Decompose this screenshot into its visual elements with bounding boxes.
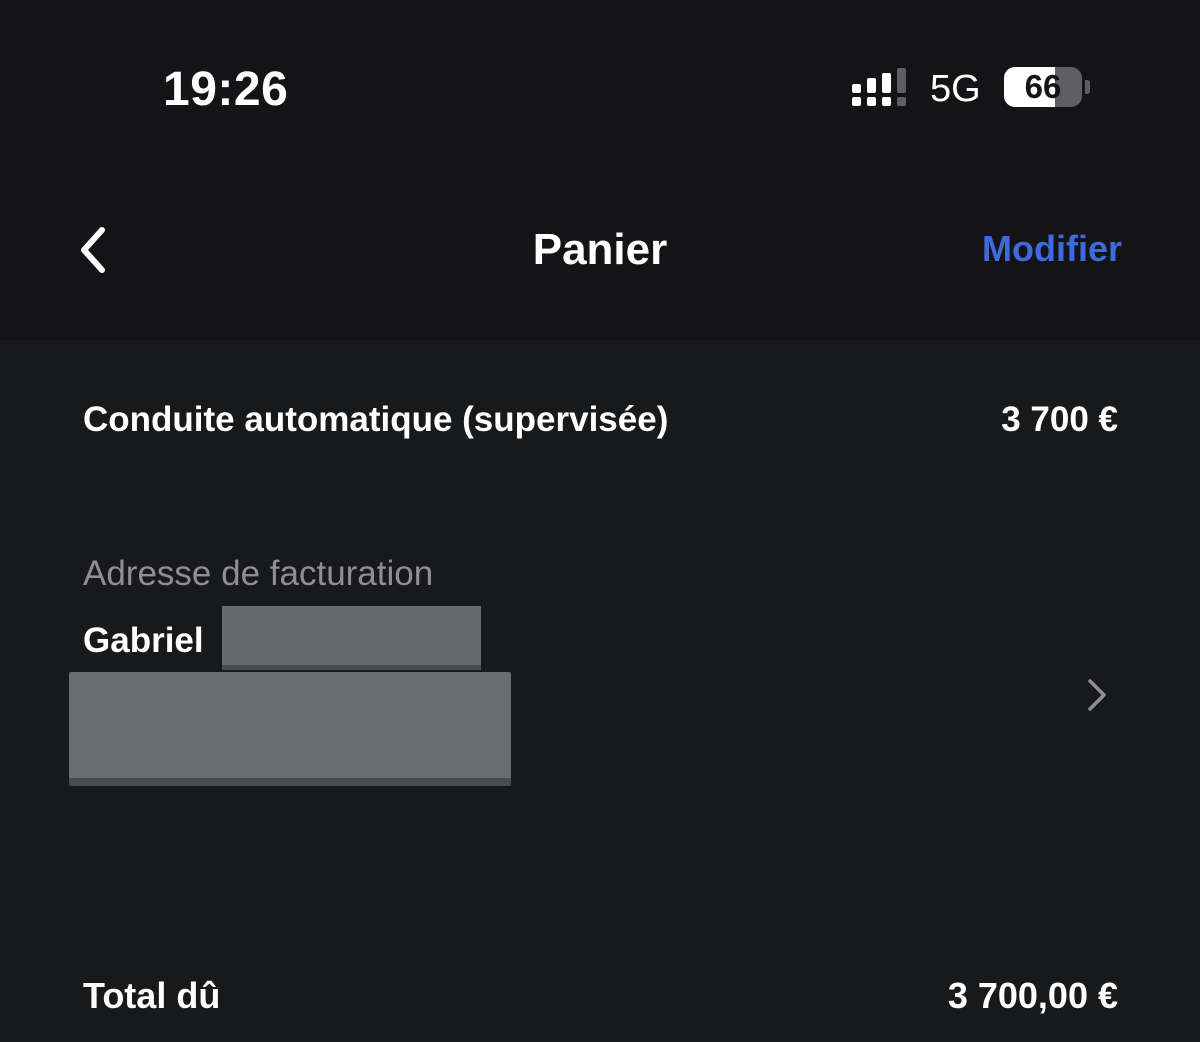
battery-nub [1085, 80, 1090, 94]
total-label: Total dû [83, 975, 221, 1016]
edit-button[interactable]: Modifier [982, 228, 1122, 270]
item-name: Conduite automatique (supervisée) [83, 400, 669, 439]
item-price: 3 700 € [1001, 400, 1118, 439]
battery-icon: 66 [1004, 67, 1082, 107]
total-amount: 3 700,00 € [947, 975, 1118, 1016]
redaction-block [222, 606, 481, 670]
status-bar: 19:26 5G 66 [0, 0, 1200, 180]
billing-address-row[interactable]: Adresse de facturation Gabriel [0, 540, 1200, 800]
redaction-block [69, 672, 511, 786]
cart-line-item: Conduite automatique (supervisée) 3 700 … [83, 400, 1118, 440]
billing-first-name: Gabriel [83, 621, 204, 660]
chevron-right-icon[interactable] [1082, 675, 1112, 715]
signal-bars-icon [852, 68, 906, 106]
nav-bar: Panier Modifier [0, 180, 1200, 340]
network-type: 5G [930, 68, 981, 110]
total-row: Total dû 3 700,00 € [83, 975, 1118, 1017]
battery-level: 66 [1024, 68, 1062, 105]
billing-address-label: Adresse de facturation [83, 554, 434, 593]
cart-screen: 19:26 5G 66 Panier Modifier Conduite aut… [0, 0, 1200, 1042]
status-time: 19:26 [163, 63, 289, 116]
